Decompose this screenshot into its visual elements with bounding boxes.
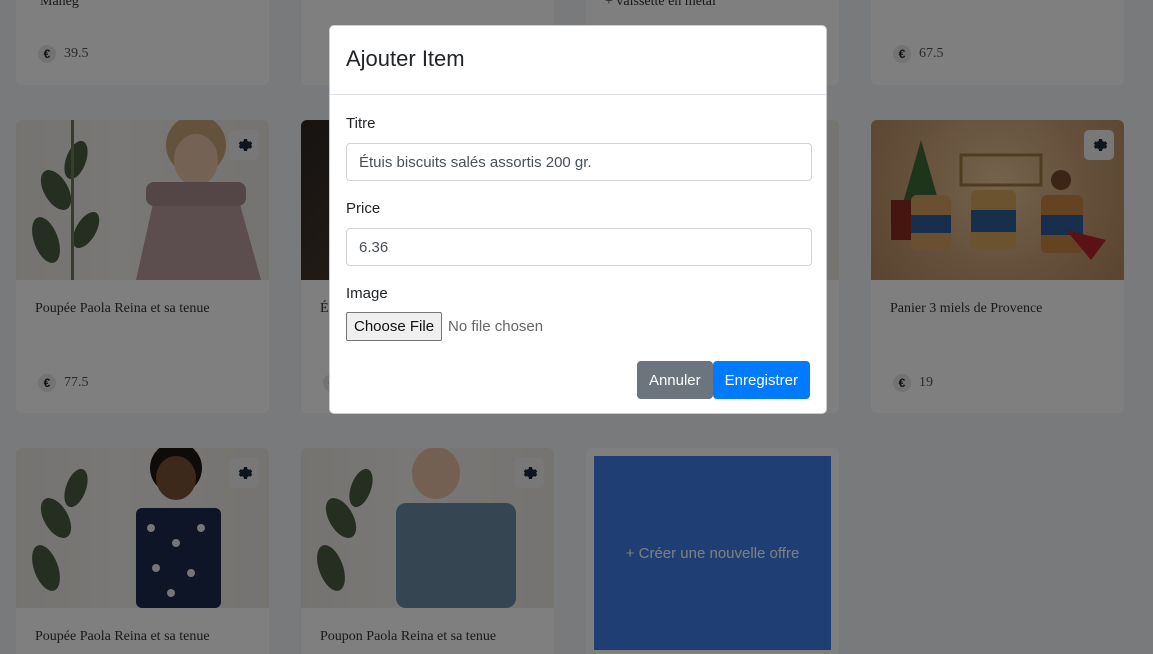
price-input[interactable]: 6.36 xyxy=(346,228,812,266)
image-label: Image xyxy=(346,285,388,302)
add-item-modal: Ajouter Item Titre Étuis biscuits salés … xyxy=(329,25,827,414)
choose-file-button[interactable]: Choose File xyxy=(346,312,443,341)
modal-body: Titre Étuis biscuits salés assortis 200 … xyxy=(330,115,826,341)
file-status: No file chosen xyxy=(448,318,544,335)
image-file-input[interactable]: Choose File No file chosen xyxy=(346,312,810,341)
cancel-button[interactable]: Annuler xyxy=(636,361,713,399)
titre-input[interactable]: Étuis biscuits salés assortis 200 gr. xyxy=(346,143,812,181)
modal-actions: Annuler Enregistrer xyxy=(636,361,810,399)
titre-label: Titre xyxy=(346,115,376,132)
modal-header: Ajouter Item xyxy=(330,26,826,95)
price-label: Price xyxy=(346,200,381,217)
save-button[interactable]: Enregistrer xyxy=(712,361,810,399)
modal-title: Ajouter Item xyxy=(346,46,465,71)
